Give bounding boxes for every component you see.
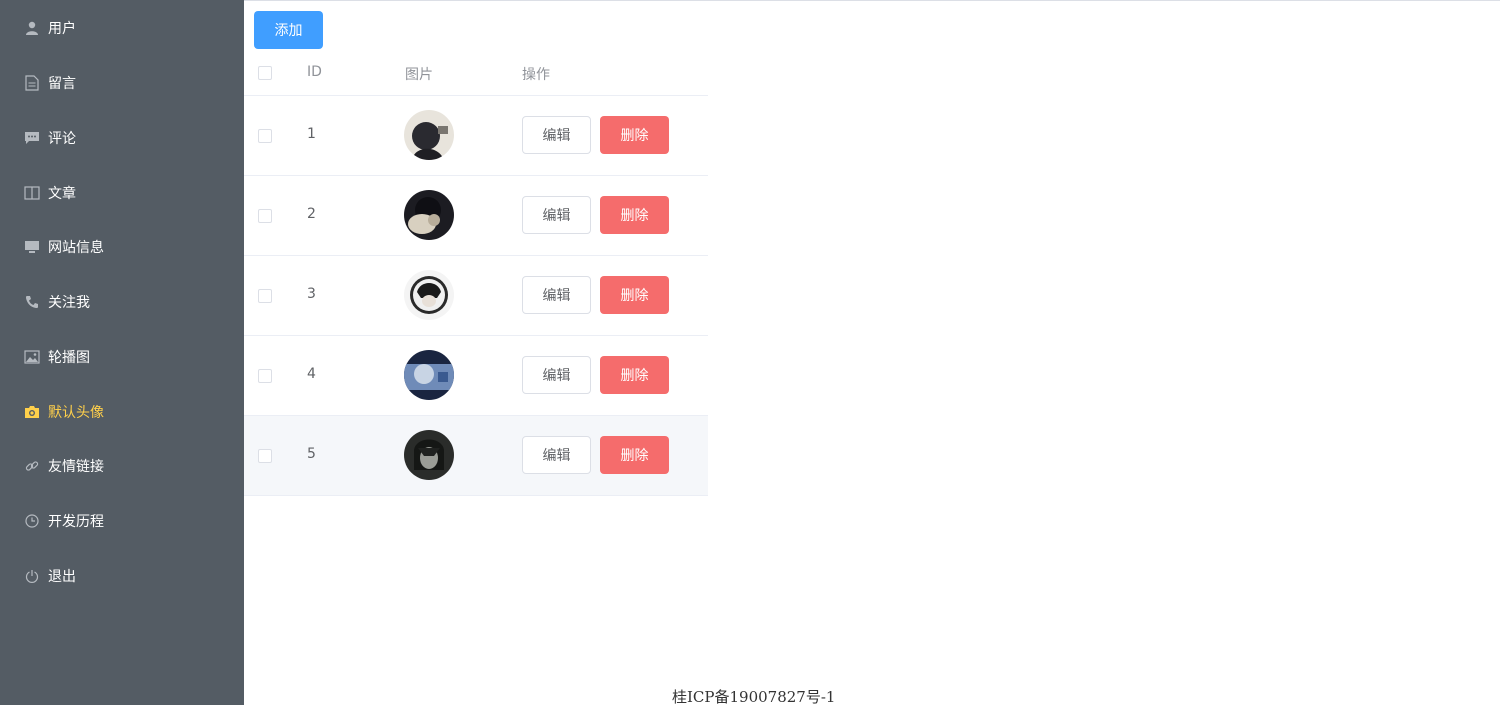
- header-actions: 操作: [522, 67, 550, 83]
- row-id: 1: [307, 126, 316, 142]
- sidebar-item-label: 默认头像: [48, 405, 104, 421]
- avatar-image: [404, 270, 454, 320]
- sidebar-item-label: 评论: [48, 131, 76, 147]
- delete-button[interactable]: 删除: [600, 436, 669, 474]
- row-id: 3: [307, 286, 316, 302]
- sidebar-item-label: 用户: [48, 21, 76, 37]
- table-row: 4 编辑 删除: [244, 336, 708, 416]
- row-checkbox[interactable]: [258, 129, 272, 143]
- sidebar-item-label: 文章: [48, 186, 76, 202]
- edit-button[interactable]: 编辑: [522, 276, 591, 314]
- header-image: 图片: [405, 67, 433, 83]
- table-row: 5 编辑 删除: [244, 416, 708, 496]
- sidebar-item-logout[interactable]: 退出: [0, 549, 244, 603]
- sidebar-item-friend-links[interactable]: 友情链接: [0, 439, 244, 493]
- camera-icon: [24, 404, 40, 420]
- edit-button[interactable]: 编辑: [522, 116, 591, 154]
- user-icon: [24, 20, 40, 36]
- edit-button[interactable]: 编辑: [522, 356, 591, 394]
- table-row: 3 编辑 删除: [244, 256, 708, 336]
- sidebar-item-users[interactable]: 用户: [0, 1, 244, 55]
- sidebar-item-label: 友情链接: [48, 459, 104, 475]
- row-checkbox[interactable]: [258, 369, 272, 383]
- link-icon: [24, 458, 40, 474]
- sidebar-item-site-info[interactable]: 网站信息: [0, 220, 244, 274]
- add-button[interactable]: 添加: [254, 11, 323, 49]
- avatar-table: ID 图片 操作 1 编辑 删除 2 编辑 删除 3 编辑 删除 4 编辑 删除…: [244, 51, 708, 496]
- delete-button[interactable]: 删除: [600, 116, 669, 154]
- table-row: 2 编辑 删除: [244, 176, 708, 256]
- avatar-image: [404, 110, 454, 160]
- delete-button[interactable]: 删除: [600, 356, 669, 394]
- delete-button[interactable]: 删除: [600, 276, 669, 314]
- sidebar-item-label: 网站信息: [48, 240, 104, 256]
- power-icon: [24, 568, 40, 584]
- document-icon: [24, 75, 40, 91]
- row-checkbox[interactable]: [258, 209, 272, 223]
- avatar-image: [404, 430, 454, 480]
- edit-button[interactable]: 编辑: [522, 436, 591, 474]
- edit-button[interactable]: 编辑: [522, 196, 591, 234]
- sidebar-item-label: 退出: [48, 569, 76, 585]
- table-header: ID 图片 操作: [244, 51, 708, 96]
- sidebar-item-dev-history[interactable]: 开发历程: [0, 494, 244, 548]
- sidebar-item-follow-me[interactable]: 关注我: [0, 275, 244, 329]
- row-checkbox[interactable]: [258, 289, 272, 303]
- row-id: 4: [307, 366, 316, 382]
- sidebar-item-label: 开发历程: [48, 514, 104, 530]
- avatar-image: [404, 350, 454, 400]
- sidebar-item-label: 轮播图: [48, 350, 90, 366]
- table-row: 1 编辑 删除: [244, 96, 708, 176]
- row-id: 2: [307, 206, 316, 222]
- chat-icon: [24, 130, 40, 146]
- phone-icon: [24, 294, 40, 310]
- book-icon: [24, 185, 40, 201]
- sidebar-item-messages[interactable]: 留言: [0, 56, 244, 110]
- clock-icon: [24, 513, 40, 529]
- picture-icon: [24, 349, 40, 365]
- sidebar-item-default-avatar[interactable]: 默认头像: [0, 385, 244, 439]
- row-checkbox[interactable]: [258, 449, 272, 463]
- avatar-image: [404, 190, 454, 240]
- row-id: 5: [307, 446, 316, 462]
- main-content: 添加 ID 图片 操作 1 编辑 删除 2 编辑 删除 3 编辑 删除 4 编辑…: [244, 1, 1500, 705]
- footer-icp: 桂ICP备19007827号-1: [672, 688, 836, 706]
- sidebar-item-label: 关注我: [48, 295, 90, 311]
- delete-button[interactable]: 删除: [600, 196, 669, 234]
- monitor-icon: [24, 239, 40, 255]
- sidebar-item-carousel[interactable]: 轮播图: [0, 330, 244, 384]
- sidebar-item-label: 留言: [48, 76, 76, 92]
- select-all-checkbox[interactable]: [258, 66, 272, 80]
- header-id: ID: [307, 64, 322, 80]
- sidebar: 用户 留言 评论 文章 网站信息 关注我 轮播图 默认头像 友情链接 开发历程 …: [0, 0, 244, 705]
- sidebar-item-comments[interactable]: 评论: [0, 111, 244, 165]
- sidebar-item-articles[interactable]: 文章: [0, 166, 244, 220]
